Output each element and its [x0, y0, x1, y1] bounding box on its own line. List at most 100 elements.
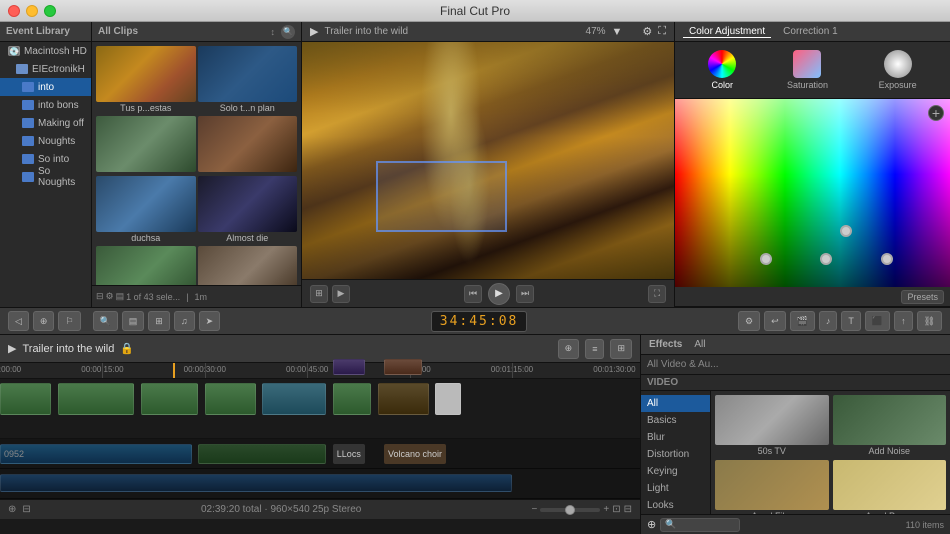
video-clip-5[interactable] [262, 383, 326, 415]
sidebar-item-into-bons[interactable]: into bons [0, 96, 91, 114]
zoom-out-button[interactable]: − [532, 504, 538, 515]
go-to-end-button[interactable]: ⏭ [516, 285, 534, 303]
sidebar-item-macintosh-hd[interactable]: 💽 Macintosh HD [0, 42, 91, 60]
color-tool-color[interactable]: Color [708, 50, 736, 90]
viewer-layout-button[interactable]: ⊞ [310, 285, 328, 303]
maximize-button[interactable] [44, 5, 56, 17]
effect-item-aged-film[interactable]: Aged Film [715, 460, 829, 514]
go-to-start-button[interactable]: ⏮ [464, 285, 482, 303]
toolbar-shape-button[interactable]: ⬛ [865, 311, 890, 331]
effect-item-add-noise[interactable]: Add Noise [833, 395, 947, 456]
toolbar-search-button[interactable]: 🔍 [93, 311, 118, 331]
toolbar-music-button[interactable]: ♪ [819, 311, 838, 331]
video-clip-4[interactable] [205, 383, 256, 415]
video-clip-1[interactable] [0, 383, 51, 415]
sidebar-item-into[interactable]: into [0, 78, 91, 96]
toolbar-text-button[interactable]: T [841, 311, 861, 331]
clip-item-roques[interactable]: Roques [198, 246, 298, 285]
viewer-zoom-button[interactable]: ▶ [332, 285, 350, 303]
add-button[interactable]: + [928, 105, 944, 121]
toolbar-flag-button[interactable]: ⚐ [58, 311, 80, 331]
video-clip-2[interactable] [58, 383, 135, 415]
color-handle-2[interactable] [820, 253, 832, 265]
toolbar-undo-button[interactable]: ↩ [764, 311, 786, 331]
color-board[interactable]: + [675, 99, 950, 287]
viewer-settings-icon[interactable]: ⚙ [642, 25, 652, 38]
zoom-slider[interactable] [540, 508, 600, 512]
zoom-in-button[interactable]: + [603, 504, 609, 515]
clip-item-sitios[interactable]: he vis...sitios [96, 246, 196, 285]
color-tool-exposure[interactable]: Exposure [879, 50, 917, 90]
toolbar-connect-button[interactable]: ⛓ [917, 311, 942, 331]
color-handle-master[interactable] [840, 225, 852, 237]
audio-clip-2[interactable] [198, 444, 326, 464]
connected-clip-1[interactable] [333, 359, 365, 375]
sidebar-item-so-noughts[interactable]: So Noughts [0, 168, 91, 186]
effects-cat-blur[interactable]: Blur [641, 429, 710, 446]
color-handle-1[interactable] [760, 253, 772, 265]
clip-item-solo[interactable]: Solo t...n plan [198, 46, 298, 114]
sidebar-item-electronikh[interactable]: EIEctronikH [0, 60, 91, 78]
toolbar-audio-button[interactable]: ♫ [174, 311, 195, 331]
effect-item-aged-paper[interactable]: Aged Paper [833, 460, 947, 514]
toolbar-arrow-button[interactable]: ➤ [199, 311, 221, 331]
presets-bar: Presets [675, 287, 950, 307]
video-clip-6[interactable] [333, 383, 371, 415]
play-button[interactable]: ▶ [488, 283, 510, 305]
clip-item-almost[interactable]: Almost die [198, 176, 298, 244]
effects-cat-basics[interactable]: Basics [641, 412, 710, 429]
presets-button[interactable]: Presets [901, 290, 944, 304]
clip-item-3[interactable] [96, 116, 196, 174]
clip-item-tus-p-estas[interactable]: Tus p...estas [96, 46, 196, 114]
search-icon[interactable]: 🔍 [281, 25, 295, 39]
status-icon-settings[interactable]: ⊟ [22, 504, 30, 515]
video-clip-7[interactable] [378, 383, 429, 415]
viewer-fullscreen-button[interactable]: ⛶ [648, 285, 666, 303]
sidebar-item-noughts[interactable]: Noughts [0, 132, 91, 150]
toolbar-back-button[interactable]: ◁ [8, 311, 29, 331]
tab-correction[interactable]: Correction 1 [777, 26, 843, 37]
timeline-audio-lanes-button[interactable]: ≡ [585, 339, 604, 359]
effects-cat-all[interactable]: All [641, 395, 710, 412]
tab-color-adjustment[interactable]: Color Adjustment [683, 26, 771, 38]
connected-clip-2[interactable] [384, 359, 422, 375]
effects-footer-icon[interactable]: ⊕ [647, 518, 656, 531]
clip-label [96, 172, 196, 174]
browser-view-toggle[interactable]: ▤ [116, 291, 125, 302]
video-clip-8[interactable] [435, 383, 461, 415]
audio-clip-bg[interactable] [0, 474, 512, 492]
toolbar-clip-button[interactable]: ▤ [122, 311, 145, 331]
status-icon-add[interactable]: ⊕ [8, 504, 16, 515]
selection-box[interactable] [376, 161, 506, 232]
effects-cat-light[interactable]: Light [641, 480, 710, 497]
video-clip-3[interactable] [141, 383, 199, 415]
sidebar-item-making-off[interactable]: Making off [0, 114, 91, 132]
zoom-slider-thumb[interactable] [565, 505, 575, 515]
playhead[interactable] [173, 363, 175, 378]
zoom-fit-button[interactable]: ⊡ [612, 504, 620, 515]
effects-cat-distortion[interactable]: Distortion [641, 446, 710, 463]
color-tool-saturation[interactable]: Saturation [787, 50, 828, 90]
viewer-fullscreen-icon[interactable]: ⛶ [658, 25, 666, 38]
toolbar-add-button[interactable]: ⊕ [33, 311, 55, 331]
minimize-button[interactable] [26, 5, 38, 17]
toolbar-share-button[interactable]: ↑ [894, 311, 913, 331]
effects-search-input-wrapper[interactable]: 🔍 [660, 518, 740, 532]
sort-button[interactable]: ↕ [271, 27, 276, 37]
effects-cat-keying[interactable]: Keying [641, 463, 710, 480]
effect-item-50stv[interactable]: 50s TV [715, 395, 829, 456]
clip-item-4[interactable] [198, 116, 298, 174]
close-button[interactable] [8, 5, 20, 17]
toolbar-clip-icon-button[interactable]: 🎬 [790, 311, 815, 331]
timeline-append-button[interactable]: ⊕ [558, 339, 580, 359]
toolbar-view-button[interactable]: ⊞ [148, 311, 170, 331]
color-handle-3[interactable] [881, 253, 893, 265]
clip-item-duchsa[interactable]: duchsa [96, 176, 196, 244]
audio-clip-1[interactable] [0, 444, 192, 464]
ruler-mark [512, 363, 513, 378]
toolbar-gear-button[interactable]: ⚙ [738, 311, 760, 331]
zoom-clip-button[interactable]: ⊟ [624, 504, 632, 515]
timeline-zoom-button[interactable]: ⊞ [610, 339, 632, 359]
zoom-dropdown-icon[interactable]: ▼ [612, 26, 623, 38]
effects-cat-looks[interactable]: Looks [641, 497, 710, 514]
